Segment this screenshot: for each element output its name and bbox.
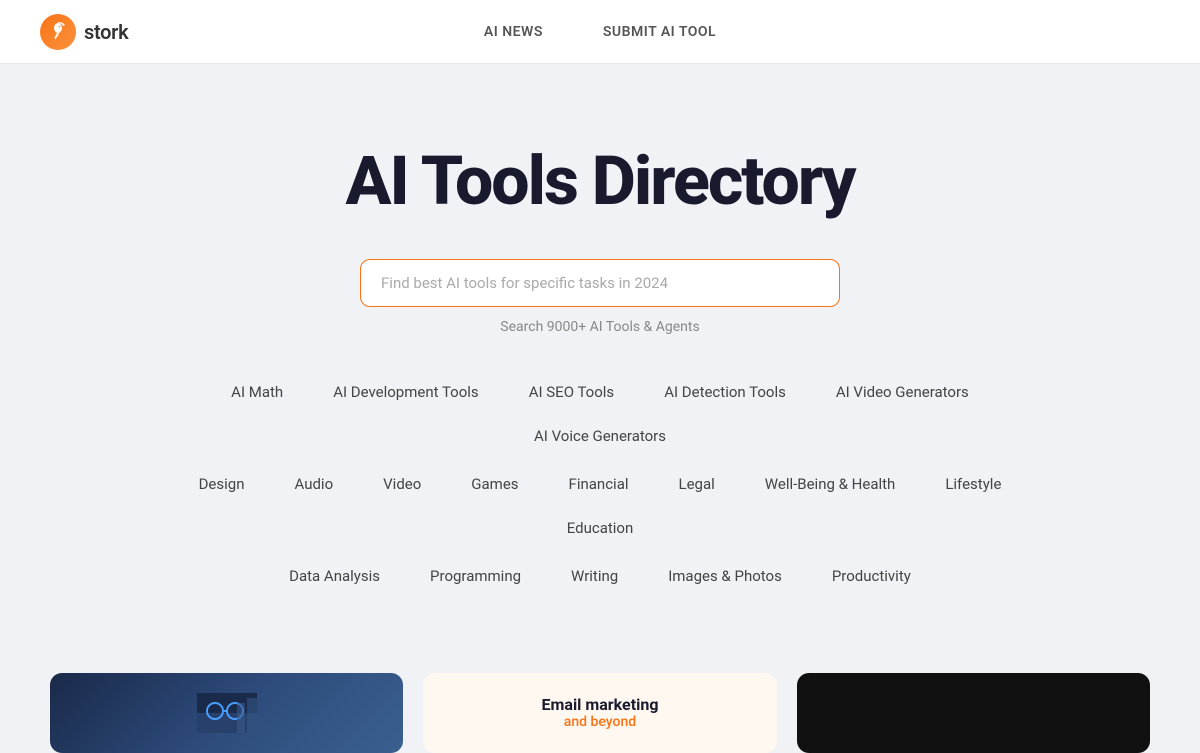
stork-icon [46,20,70,44]
header: stork AI NEWS SUBMIT AI TOOL [0,0,1200,64]
cat-productivity[interactable]: Productivity [812,559,931,593]
card-right[interactable] [797,673,1150,753]
cat-video[interactable]: Video [363,467,441,501]
nav-ai-news[interactable]: AI NEWS [484,24,543,40]
search-input[interactable] [360,259,840,307]
hero-title: AI Tools Directory [346,144,855,219]
cat-ai-detection-tools[interactable]: AI Detection Tools [644,375,806,409]
cat-ai-development-tools[interactable]: AI Development Tools [313,375,499,409]
nav-submit-ai-tool[interactable]: SUBMIT AI TOOL [603,24,716,40]
cat-games[interactable]: Games [451,467,538,501]
logo-icon [40,14,76,50]
cat-audio[interactable]: Audio [274,467,353,501]
cat-well-being-health[interactable]: Well-Being & Health [745,467,916,501]
cat-education[interactable]: Education [547,511,654,545]
card-center[interactable]: Email marketing and beyond [423,673,776,753]
logo-text: stork [84,20,128,44]
cat-design[interactable]: Design [179,467,265,501]
cat-financial[interactable]: Financial [549,467,649,501]
logo[interactable]: stork [40,14,128,50]
card-center-subtitle: and beyond [564,714,636,730]
category-row-3: Data Analysis Programming Writing Images… [269,559,931,593]
search-container [360,259,840,307]
header-nav: AI NEWS SUBMIT AI TOOL [484,24,716,40]
cards-section: Email marketing and beyond [0,673,1200,753]
cat-writing[interactable]: Writing [551,559,638,593]
cat-images-photos[interactable]: Images & Photos [648,559,802,593]
category-row-1: AI Math AI Development Tools AI SEO Tool… [150,375,1050,453]
cat-ai-voice-generators[interactable]: AI Voice Generators [514,419,686,453]
cat-ai-video-generators[interactable]: AI Video Generators [816,375,989,409]
categories-container: AI Math AI Development Tools AI SEO Tool… [150,375,1050,593]
hero-section: AI Tools Directory Search 9000+ AI Tools… [0,64,1200,653]
cat-data-analysis[interactable]: Data Analysis [269,559,400,593]
search-subtitle: Search 9000+ AI Tools & Agents [500,319,699,335]
category-row-2: Design Audio Video Games Financial Legal… [150,467,1050,545]
cat-ai-seo-tools[interactable]: AI SEO Tools [509,375,635,409]
cat-lifestyle[interactable]: Lifestyle [925,467,1021,501]
cat-programming[interactable]: Programming [410,559,541,593]
card-center-title: Email marketing [542,695,659,714]
card-left-image [197,693,257,733]
cat-ai-math[interactable]: AI Math [211,375,303,409]
card-left[interactable] [50,673,403,753]
cat-legal[interactable]: Legal [659,467,735,501]
